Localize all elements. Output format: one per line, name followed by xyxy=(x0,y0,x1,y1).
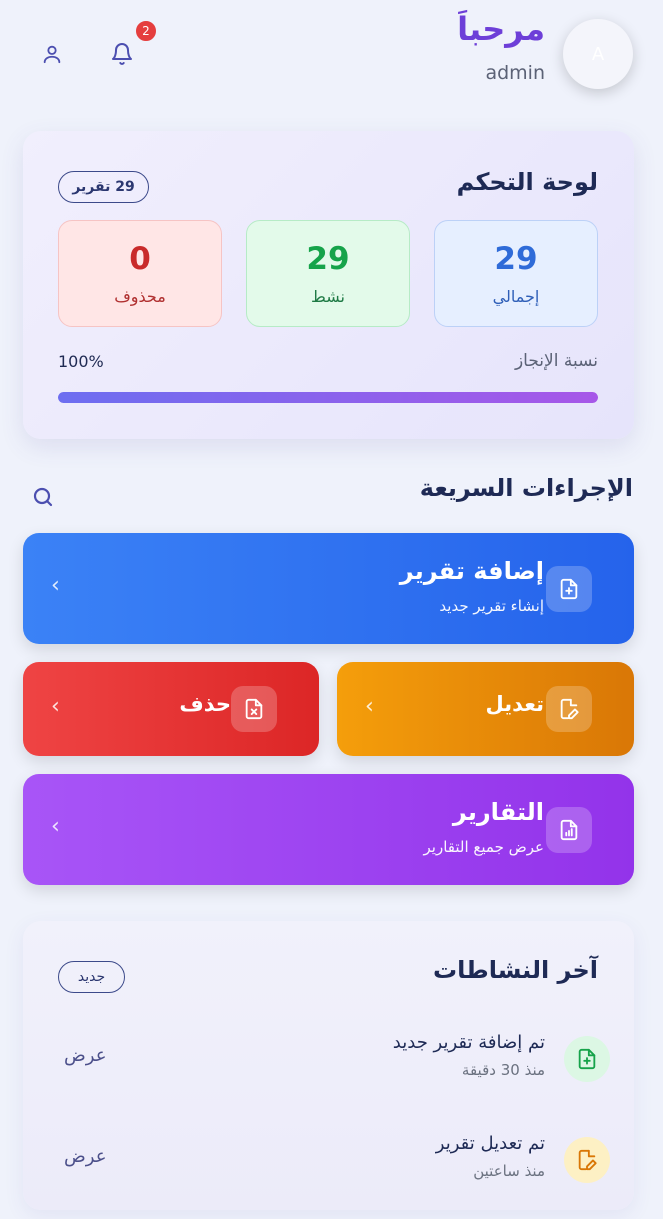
avatar[interactable]: A xyxy=(563,19,633,89)
activity-row-icon xyxy=(564,1137,610,1183)
activity-row-icon xyxy=(564,1036,610,1082)
greeting-title: مرحباَ xyxy=(457,10,545,48)
stat-total-value: 29 xyxy=(494,241,538,277)
bell-icon xyxy=(112,43,132,65)
file-edit-icon xyxy=(546,686,592,732)
view-link[interactable]: عرض xyxy=(64,1045,106,1066)
search-button[interactable] xyxy=(28,482,58,512)
add-report-title: إضافة تقرير xyxy=(399,557,544,585)
reports-button[interactable]: التقارير عرض جميع التقارير ‹ xyxy=(23,774,634,885)
progress-percent: 100% xyxy=(58,352,104,371)
file-plus-icon xyxy=(578,1048,596,1070)
stat-active-label: نشط xyxy=(311,287,345,306)
stat-deleted: 0 محذوف xyxy=(58,220,222,327)
progress-label: نسبة الإنجاز xyxy=(514,351,598,371)
add-report-button[interactable]: إضافة تقرير إنشاء تقرير جديد ‹ xyxy=(23,533,634,644)
progress-bar-fill xyxy=(58,392,598,403)
avatar-letter: A xyxy=(591,43,605,65)
stat-deleted-label: محذوف xyxy=(114,287,166,306)
chevron-left-icon: ‹ xyxy=(51,573,60,598)
stat-active: 29 نشط xyxy=(246,220,410,327)
notification-badge: 2 xyxy=(134,19,158,43)
username-label: admin xyxy=(485,62,545,84)
file-plus-icon xyxy=(546,566,592,612)
activity-row-time: منذ ساعتين xyxy=(473,1162,545,1180)
delete-report-button[interactable]: حذف ‹ xyxy=(23,662,319,756)
file-chart-icon xyxy=(546,807,592,853)
search-icon xyxy=(33,487,53,507)
view-link[interactable]: عرض xyxy=(64,1146,106,1167)
file-x-icon xyxy=(231,686,277,732)
notifications-button[interactable] xyxy=(107,39,137,69)
progress-bar xyxy=(58,392,598,403)
stat-total-label: إجمالي xyxy=(492,287,540,306)
activity-row-time: منذ 30 دقيقة xyxy=(461,1061,545,1079)
dashboard-title: لوحة التحكم xyxy=(456,168,598,196)
reports-subtitle: عرض جميع التقارير xyxy=(423,838,544,856)
stat-deleted-value: 0 xyxy=(129,241,151,277)
user-icon xyxy=(43,45,61,64)
chevron-left-icon: ‹ xyxy=(51,694,60,719)
stat-total: 29 إجمالي xyxy=(434,220,598,327)
activity-row-title: تم تعديل تقرير xyxy=(435,1133,545,1154)
quick-actions-title: الإجراءات السريعة xyxy=(419,474,633,502)
delete-report-title: حذف xyxy=(179,692,231,716)
new-badge: جديد xyxy=(58,961,125,993)
report-count-badge: 29 تقرير xyxy=(58,171,149,203)
chevron-left-icon: ‹ xyxy=(365,694,374,719)
add-report-subtitle: إنشاء تقرير جديد xyxy=(439,597,544,615)
edit-report-button[interactable]: تعديل ‹ xyxy=(337,662,634,756)
profile-button[interactable] xyxy=(37,39,67,69)
recent-activity-title: آخر النشاطات xyxy=(432,956,598,984)
chevron-left-icon: ‹ xyxy=(51,814,60,839)
stat-active-value: 29 xyxy=(306,241,350,277)
file-edit-icon xyxy=(578,1149,597,1171)
edit-report-title: تعديل xyxy=(485,692,545,716)
reports-title: التقارير xyxy=(452,798,544,826)
activity-row-title: تم إضافة تقرير جديد xyxy=(392,1032,545,1053)
